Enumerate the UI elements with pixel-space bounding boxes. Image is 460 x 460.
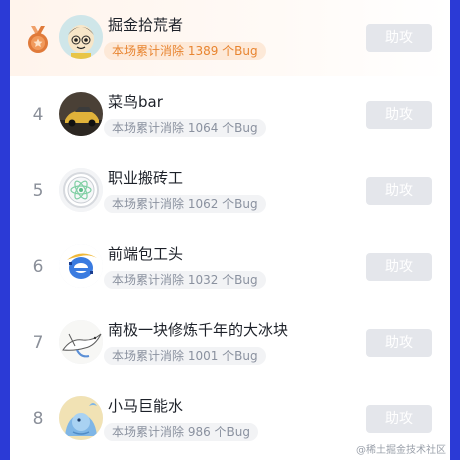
bug-count-badge: 本场累计消除 1001 个Bug: [104, 347, 266, 365]
player-name: 掘金拾荒者: [108, 16, 184, 34]
assist-button[interactable]: 助攻: [366, 101, 432, 129]
rank-number: 4: [32, 105, 44, 125]
bug-count-badge: 本场累计消除 1064 个Bug: [104, 119, 266, 137]
bug-count-badge: 本场累计消除 1389 个Bug: [104, 42, 266, 60]
avatar: [59, 396, 103, 440]
avatar: [59, 92, 103, 136]
watermark-text: @稀土掘金技术社区: [356, 445, 446, 456]
leaderboard-row: 5 职业搬砖工 本场累计消除 1062 个Bug 助攻: [10, 153, 450, 229]
assist-button[interactable]: 助攻: [366, 253, 432, 281]
car-photo-avatar: [59, 92, 103, 136]
rank-number: 7: [32, 333, 44, 353]
assist-button[interactable]: 助攻: [366, 329, 432, 357]
avatar: [59, 168, 103, 212]
bronze-medal-icon: [28, 26, 48, 53]
cartoon-boy-avatar: [59, 15, 103, 59]
avatar: [59, 320, 103, 364]
avatar: [59, 15, 103, 59]
bird-sketch-avatar: [59, 320, 103, 364]
bug-count-badge: 本场累计消除 1032 个Bug: [104, 271, 266, 289]
assist-button[interactable]: 助攻: [366, 405, 432, 433]
player-name: 前端包工头: [108, 245, 184, 263]
avatar: [59, 244, 103, 288]
rank-number: 8: [32, 409, 44, 429]
leaderboard-row: 7 南极一块修炼千年的大冰块 本场累计消除 1001 个Bug 助攻: [10, 305, 450, 381]
bug-count-badge: 本场累计消除 986 个Bug: [104, 423, 258, 441]
player-name: 菜鸟bar: [108, 93, 163, 111]
bug-count-badge: 本场累计消除 1062 个Bug: [104, 195, 266, 213]
leaderboard-row: 4 菜鸟bar 本场累计消除 1064 个Bug 助攻: [10, 77, 450, 153]
player-name: 小马巨能水: [108, 397, 184, 415]
blue-creature-avatar: [59, 396, 103, 440]
player-name: 南极一块修炼千年的大冰块: [108, 321, 289, 339]
player-name: 职业搬砖工: [108, 169, 184, 187]
leaderboard-row: 6 前端包工头 本场累计消除 1032 个Bug 助攻: [10, 229, 450, 305]
rank-number: 6: [32, 257, 44, 277]
atom-logo-avatar: [59, 168, 103, 212]
assist-button[interactable]: 助攻: [366, 24, 432, 52]
rank-number: 5: [32, 181, 44, 201]
leaderboard-row: 掘金拾荒者 本场累计消除 1389 个Bug 助攻: [10, 0, 450, 76]
leaderboard-panel: 掘金拾荒者 本场累计消除 1389 个Bug 助攻 4 菜鸟bar 本场累计消除…: [10, 0, 450, 460]
ie-pixel-avatar: [59, 244, 103, 288]
assist-button[interactable]: 助攻: [366, 177, 432, 205]
